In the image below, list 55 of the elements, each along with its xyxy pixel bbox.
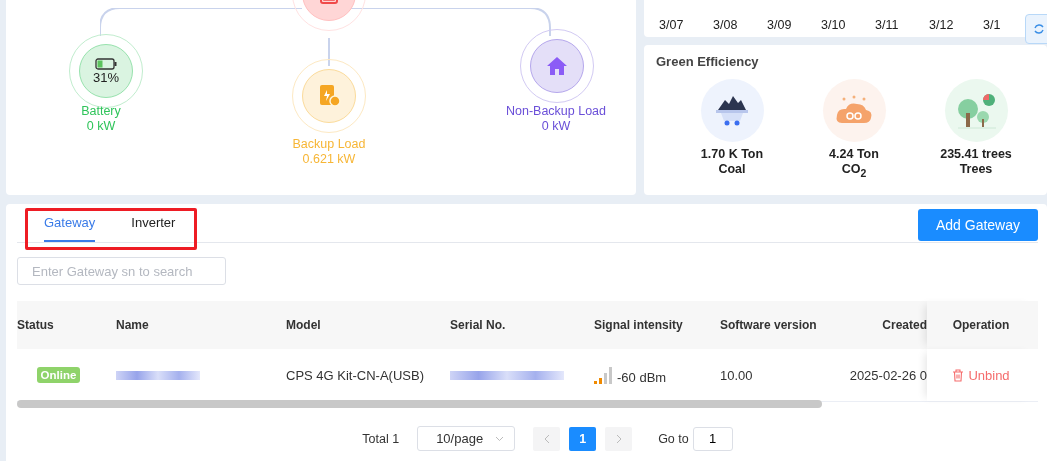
forecast-date: 3/08: [713, 18, 739, 34]
status-tag: Online: [36, 367, 81, 383]
card-title: Green Efficiency: [656, 54, 760, 69]
column-header: Signal intensity: [593, 318, 684, 332]
efficiency-value: 4.24 Ton: [829, 147, 879, 162]
node-label: Backup Load: [292, 137, 366, 152]
battery-percentage: 31%: [93, 69, 119, 85]
column-header: Created: [881, 318, 927, 332]
node-power-value: 0 kW: [86, 119, 116, 134]
column-header: Operation: [927, 301, 1035, 349]
chevron-right-icon: [615, 433, 622, 444]
node-label: Battery: [81, 104, 121, 119]
table-cell: -60 dBm: [617, 369, 667, 385]
horizontal-scrollbar[interactable]: [17, 400, 822, 408]
search-field[interactable]: Enter Gateway sn to search: [17, 257, 226, 285]
column-header: Model: [285, 318, 322, 332]
forecast-date: 3/12: [929, 18, 955, 34]
efficiency-label: Coal: [718, 162, 746, 177]
node-power-value: 0.621 kW: [302, 152, 356, 167]
forecast-date: 3/09: [767, 18, 793, 34]
efficiency-label: Trees: [959, 162, 993, 177]
battery-icon: [95, 57, 117, 70]
column-header: Software version: [719, 318, 818, 332]
page-number-button[interactable]: 1: [569, 426, 597, 451]
column-header: Serial No.: [449, 318, 507, 332]
column-header: Name: [115, 318, 150, 332]
column-header: Status: [17, 318, 55, 332]
forecast-date: 3/1: [983, 18, 1001, 34]
refresh-icon: [1033, 23, 1045, 35]
next-page-button[interactable]: [605, 426, 633, 451]
efficiency-value: 235.41 trees: [940, 147, 1012, 162]
chevron-down-icon: [495, 435, 505, 442]
table-cell: 2025-02-26 0: [849, 367, 927, 383]
node-label: Non-Backup Load: [505, 104, 607, 119]
forecast-date: 3/07: [659, 18, 685, 34]
signal-strength-icon: [594, 366, 614, 384]
table-cell: CPS 4G Kit-CN-A(USB): [286, 367, 424, 383]
refresh-button[interactable]: [1025, 14, 1047, 44]
table-cell: 10.00: [720, 367, 753, 383]
forecast-date: 3/11: [875, 18, 900, 34]
add-gateway-button[interactable]: Add Gateway: [917, 209, 1038, 241]
tab[interactable]: Inverter: [131, 204, 176, 242]
trash-icon: [952, 368, 965, 382]
chevron-left-icon: [543, 433, 550, 444]
forecast-date: 3/10: [821, 18, 847, 34]
go-to-label: Go to: [658, 431, 689, 446]
go-to-page-field[interactable]: 1: [692, 426, 733, 451]
previous-page-button[interactable]: [533, 426, 561, 451]
page-size-select[interactable]: 10/page: [417, 426, 516, 451]
total-count: Total 1: [362, 431, 400, 446]
node-power-value: 0 kW: [541, 119, 571, 134]
tab[interactable]: Gateway: [44, 204, 96, 242]
efficiency-label: CO$_{2}$: [841, 162, 867, 181]
efficiency-value: 1.70 K Ton: [700, 147, 764, 162]
unbind-link[interactable]: Unbind: [952, 367, 1010, 383]
